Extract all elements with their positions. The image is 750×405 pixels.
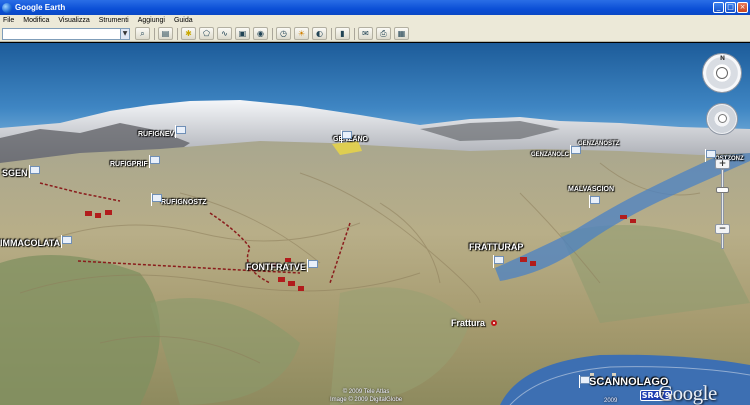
placemark-label: RUFIGPRIF — [110, 161, 148, 168]
toolbar-separator — [331, 27, 332, 40]
title-bar: Google Earth _ □ × — [0, 0, 750, 15]
ruler-icon[interactable]: ▮ — [335, 27, 350, 40]
placemark-rufigprif[interactable]: RUFIGPRIF — [110, 155, 160, 168]
toolbar-separator — [354, 27, 355, 40]
print-icon[interactable]: ⎙ — [376, 27, 391, 40]
menu-modifica[interactable]: Modifica — [23, 17, 49, 24]
toolbar-separator — [272, 27, 273, 40]
maximize-button[interactable]: □ — [725, 2, 736, 13]
zoom-in-button[interactable]: + — [715, 159, 730, 169]
placemark-malvascion-flag[interactable] — [588, 195, 600, 208]
search-icon[interactable]: ⌕ — [135, 27, 150, 40]
placemark-sgen[interactable]: SGEN — [2, 165, 40, 178]
placemark-icon[interactable]: ✱ — [181, 27, 196, 40]
placemark-malvascion[interactable]: MALVASCION — [568, 186, 614, 193]
polygon-icon[interactable]: ⬠ — [199, 27, 214, 40]
zoom-out-button[interactable]: − — [715, 224, 730, 234]
eye-icon[interactable] — [716, 67, 728, 79]
flag-icon — [588, 195, 600, 208]
placemark-label: GENZANOLC — [531, 152, 569, 158]
placemark-genzanostz[interactable]: GENZANOSTZ — [578, 141, 619, 147]
look-around-control[interactable]: N — [702, 53, 742, 93]
flag-icon — [340, 130, 352, 143]
menu-file[interactable]: File — [3, 17, 14, 24]
placemark-genzanolc[interactable]: GENZANOLC — [531, 145, 581, 158]
placemark-fratturap-flag[interactable] — [492, 255, 504, 268]
menu-strumenti[interactable]: Strumenti — [99, 17, 129, 24]
placemark-label: GENZANOSTZ — [578, 141, 620, 147]
google-logo: Google — [658, 381, 717, 405]
earth-3d-view[interactable]: RUFIGNEV GENZANO SGEN RUFIGPRIF RUFIGNOS… — [0, 43, 750, 405]
google-maps-icon[interactable]: ▦ — [394, 27, 409, 40]
path-icon[interactable]: ∿ — [217, 27, 232, 40]
placemark-rufignostz[interactable]: RUFIGNOSTZ — [150, 193, 207, 206]
window-title: Google Earth — [15, 3, 66, 12]
placemark-label: FONTFRATVE — [246, 262, 306, 272]
zoom-slider[interactable] — [721, 169, 724, 249]
flag-icon — [148, 155, 160, 168]
flag-icon — [28, 165, 40, 178]
placemark-label: IMMACOLATA — [0, 238, 61, 248]
flag-icon — [704, 149, 716, 162]
placemark-label: FRATTURAP — [469, 242, 524, 252]
flag-icon — [578, 375, 590, 388]
toolbar: ▼ ⌕ ▤ ✱ ⬠ ∿ ▣ ◉ ◷ ☀ ◐ ▮ ✉ ⎙ ▦ — [0, 26, 750, 42]
close-button[interactable]: × — [737, 2, 748, 13]
menu-bar: File Modifica Visualizza Strumenti Aggiu… — [0, 15, 750, 26]
copyright-year: 2009 — [604, 398, 618, 404]
placemark-label: SGEN — [2, 168, 28, 178]
planets-icon[interactable]: ◐ — [312, 27, 327, 40]
flag-icon — [174, 125, 187, 138]
historical-imagery-icon[interactable]: ◷ — [276, 27, 291, 40]
move-control[interactable] — [706, 103, 738, 135]
sidebar-toggle-icon[interactable]: ▤ — [158, 27, 173, 40]
chevron-down-icon[interactable]: ▼ — [120, 28, 129, 39]
email-icon[interactable]: ✉ — [358, 27, 373, 40]
placemark-label: RUFIGNEV — [138, 131, 175, 138]
flag-icon — [492, 255, 504, 268]
placemark-label: MALVASCION — [568, 186, 615, 193]
town-label: Frattura — [451, 318, 486, 328]
flag-icon — [60, 235, 73, 248]
copyright-notice: © 2009 Tele Atlas Image © 2009 DigitalGl… — [330, 388, 402, 404]
placemark-scannolago[interactable]: SCANNOLAGO — [578, 375, 668, 388]
placemark-label: RUFIGNOSTZ — [161, 199, 207, 206]
flag-icon — [150, 193, 162, 206]
zoom-slider-thumb[interactable] — [716, 187, 729, 193]
toolbar-separator — [154, 27, 155, 40]
window-controls: _ □ × — [713, 2, 748, 13]
record-tour-icon[interactable]: ◉ — [253, 27, 268, 40]
google-earth-icon — [2, 2, 12, 13]
town-marker-icon[interactable] — [491, 320, 497, 326]
minimize-button[interactable]: _ — [713, 2, 724, 13]
navigation-controls: N + − — [697, 53, 747, 249]
menu-visualizza[interactable]: Visualizza — [58, 17, 89, 24]
placemark-rufignev[interactable]: RUFIGNEV — [138, 125, 187, 138]
placemark-genzano[interactable]: GENZANO — [333, 118, 368, 143]
search-input[interactable]: ▼ — [2, 27, 130, 40]
placemark-label: SCANNOLAGO — [589, 376, 669, 388]
copyright-line-1: © 2009 Tele Atlas — [342, 389, 390, 395]
menu-aggiungi[interactable]: Aggiungi — [138, 17, 165, 24]
copyright-line-2: Image © 2009 DigitalGlobe — [330, 397, 403, 403]
image-overlay-icon[interactable]: ▣ — [235, 27, 250, 40]
placemark-fontfratve[interactable]: FONTFRATVE — [246, 259, 318, 272]
placemark-fratturap[interactable]: FRATTURAP — [469, 242, 523, 252]
toolbar-separator — [177, 27, 178, 40]
flag-icon — [306, 259, 318, 272]
sunlight-icon[interactable]: ☀ — [294, 27, 309, 40]
placemark-immacolata[interactable]: IMMACOLATA — [0, 235, 73, 248]
hand-icon[interactable] — [718, 114, 727, 123]
menu-guida[interactable]: Guida — [174, 17, 193, 24]
terrain-imagery — [0, 100, 750, 405]
north-indicator[interactable]: N — [720, 55, 725, 62]
